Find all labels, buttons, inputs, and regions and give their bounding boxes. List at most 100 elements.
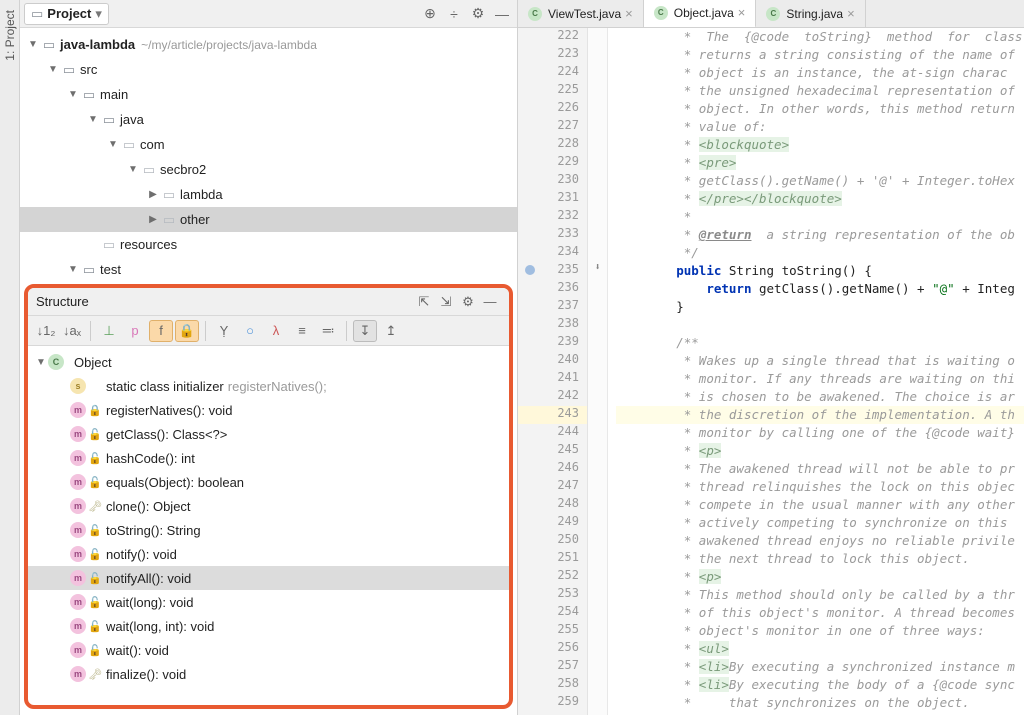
structure-member[interactable]: m🗝clone(): Object (28, 494, 509, 518)
autoscroll-to-button[interactable]: ↧ (353, 320, 377, 342)
editor-tab-String-java[interactable]: CString.java× (756, 0, 865, 28)
code-line[interactable]: public String toString() { (616, 262, 1024, 280)
code-line[interactable]: * <blockquote> (616, 136, 1024, 154)
chevron-icon[interactable]: ▼ (66, 264, 80, 275)
structure-member[interactable]: m🔓wait(long): void (28, 590, 509, 614)
structure-member[interactable]: m🔓hashCode(): int (28, 446, 509, 470)
code-line[interactable]: * getClass().getName() + '@' + Integer.t… (616, 172, 1024, 190)
structure-member[interactable]: m🔓notifyAll(): void (28, 566, 509, 590)
close-icon[interactable]: × (625, 6, 633, 21)
chevron-icon[interactable]: ▼ (46, 64, 60, 75)
structure-member[interactable]: m🔓notify(): void (28, 542, 509, 566)
tree-row-src[interactable]: ▼▭src (20, 57, 517, 82)
code-line[interactable]: * The {@code toString} method for class … (616, 28, 1024, 46)
chevron-icon[interactable]: ▶ (146, 214, 160, 225)
collapse-all-icon[interactable]: ⇲ (435, 291, 457, 313)
tree-row-secbro2[interactable]: ▼▭secbro2 (20, 157, 517, 182)
code-line[interactable]: * @return a string representation of the… (616, 226, 1024, 244)
code-line[interactable]: /** (616, 334, 1024, 352)
locate-icon[interactable]: ⊕ (419, 3, 441, 25)
code-line[interactable]: return getClass().getName() + "@" + Inte… (616, 280, 1024, 298)
code-line[interactable]: * <li>By executing a synchronized instan… (616, 658, 1024, 676)
tree-row-test[interactable]: ▼▭test (20, 257, 517, 282)
structure-root[interactable]: ▼CObject (28, 350, 509, 374)
tree-row-lambda[interactable]: ▶▭lambda (20, 182, 517, 207)
code-line[interactable]: * awakened thread enjoys no reliable pri… (616, 532, 1024, 550)
code-line[interactable]: */ (616, 244, 1024, 262)
show-members-button[interactable]: ⊥ (97, 320, 121, 342)
code-line[interactable]: * that synchronizes on the object. (616, 694, 1024, 712)
structure-member[interactable]: m🔓equals(Object): boolean (28, 470, 509, 494)
chevron-icon[interactable]: ▼ (34, 357, 48, 368)
structure-member[interactable]: m🔒registerNatives(): void (28, 398, 509, 422)
tree-row-com[interactable]: ▼▭com (20, 132, 517, 157)
code-line[interactable]: * compete in the usual manner with any o… (616, 496, 1024, 514)
code-line[interactable]: * the unsigned hexadecimal representatio… (616, 82, 1024, 100)
editor-tab-Object-java[interactable]: CObject.java× (644, 0, 757, 28)
code-line[interactable]: * actively competing to synchronize on t… (616, 514, 1024, 532)
structure-tree[interactable]: ▼CObjectsstatic class initializer regist… (28, 346, 509, 705)
editor-tab-ViewTest-java[interactable]: CViewTest.java× (518, 0, 644, 28)
tree-row-java-lambda[interactable]: ▼▭java-lambda~/my/article/projects/java-… (20, 32, 517, 57)
structure-member[interactable]: m🔓getClass(): Class<?> (28, 422, 509, 446)
code-line[interactable]: * Wakes up a single thread that is waiti… (616, 352, 1024, 370)
expand-all-icon[interactable]: ⇱ (413, 291, 435, 313)
show-lock-button[interactable]: 🔒 (175, 320, 199, 342)
code-line[interactable]: * <li>By executing the body of a {@code … (616, 676, 1024, 694)
gear-icon[interactable]: ⚙ (467, 3, 489, 25)
code-line[interactable]: * <ul> (616, 640, 1024, 658)
tool-stripe[interactable]: 1: Project (0, 0, 20, 715)
expand-level-button[interactable]: ≡ (290, 320, 314, 342)
code-line[interactable]: * the next thread to lock this object. (616, 550, 1024, 568)
code-line[interactable]: } (616, 298, 1024, 316)
code-line[interactable]: * (616, 208, 1024, 226)
show-fields-button[interactable]: f (149, 320, 173, 342)
code-line[interactable]: * object. In other words, this method re… (616, 100, 1024, 118)
gear-icon[interactable]: ⚙ (457, 291, 479, 313)
show-interfaces-button[interactable]: ○ (238, 320, 262, 342)
autoscroll-from-button[interactable]: ↥ (379, 320, 403, 342)
hide-icon[interactable]: — (491, 3, 513, 25)
code-line[interactable]: * </pre></blockquote> (616, 190, 1024, 208)
show-properties-button[interactable]: p (123, 320, 147, 342)
collapse-icon[interactable]: ÷ (443, 3, 465, 25)
chevron-icon[interactable]: ▼ (126, 164, 140, 175)
tree-row-main[interactable]: ▼▭main (20, 82, 517, 107)
code-line[interactable]: * monitor by calling one of the {@code w… (616, 424, 1024, 442)
show-lambda-button[interactable]: λ (264, 320, 288, 342)
code-line[interactable]: * of this object's monitor. A thread bec… (616, 604, 1024, 622)
close-icon[interactable]: × (738, 5, 746, 20)
code-line[interactable]: * object's monitor in one of three ways: (616, 622, 1024, 640)
code-line[interactable]: * <p> (616, 442, 1024, 460)
chevron-icon[interactable]: ▶ (146, 189, 160, 200)
tree-row-java[interactable]: ▼▭java (20, 107, 517, 132)
code-line[interactable] (616, 316, 1024, 334)
structure-member[interactable]: m🗝finalize(): void (28, 662, 509, 686)
chevron-icon[interactable]: ▼ (66, 89, 80, 100)
project-stripe-label[interactable]: 1: Project (3, 4, 17, 67)
collapse-level-button[interactable]: ≕ (316, 320, 340, 342)
chevron-icon[interactable]: ▼ (106, 139, 120, 150)
code-line[interactable]: * object is an instance, the at-sign cha… (616, 64, 1024, 82)
code-line[interactable]: * The awakened thread will not be able t… (616, 460, 1024, 478)
code-line[interactable]: * the discretion of the implementation. … (616, 406, 1024, 424)
code-area[interactable]: * The {@code toString} method for class … (608, 28, 1024, 715)
project-view-selector[interactable]: ▭ Project ▾ (24, 3, 109, 25)
structure-member[interactable]: m🔓toString(): String (28, 518, 509, 542)
chevron-icon[interactable]: ▼ (26, 39, 40, 50)
code-line[interactable]: * is chosen to be awakened. The choice i… (616, 388, 1024, 406)
code-line[interactable]: * thread relinquishes the lock on this o… (616, 478, 1024, 496)
code-line[interactable]: * <p> (616, 568, 1024, 586)
code-line[interactable]: * This method should only be called by a… (616, 586, 1024, 604)
close-icon[interactable]: × (847, 6, 855, 21)
structure-member[interactable]: m🔓wait(long, int): void (28, 614, 509, 638)
hide-icon[interactable]: — (479, 291, 501, 313)
code-line[interactable]: * value of: (616, 118, 1024, 136)
tree-row-other[interactable]: ▶▭other (20, 207, 517, 232)
structure-member[interactable]: m🔓wait(): void (28, 638, 509, 662)
tree-row-resources[interactable]: ▭resources (20, 232, 517, 257)
code-line[interactable]: * returns a string consisting of the nam… (616, 46, 1024, 64)
chevron-icon[interactable]: ▼ (86, 114, 100, 125)
code-line[interactable]: * <pre> (616, 154, 1024, 172)
sort-alpha-button[interactable]: ↓aₓ (60, 320, 84, 342)
